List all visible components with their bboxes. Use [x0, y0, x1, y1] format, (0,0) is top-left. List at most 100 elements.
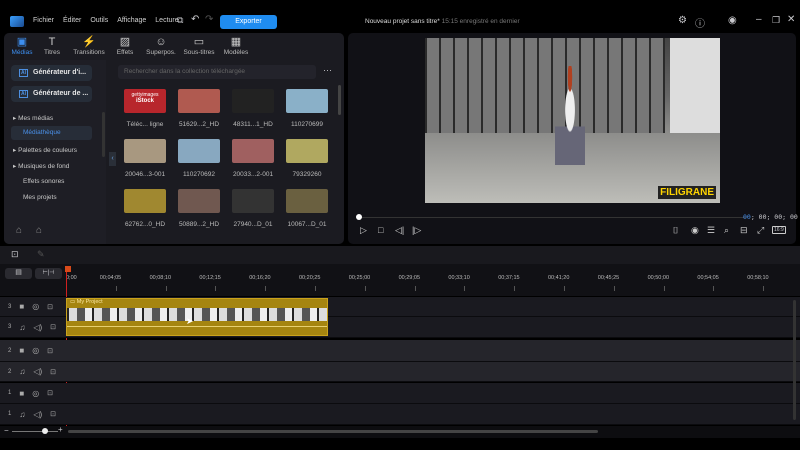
- tab-label: Médias: [11, 49, 33, 56]
- tab-titres[interactable]: T Titres: [32, 36, 72, 56]
- ruler-tick-mark: [613, 286, 615, 291]
- sidebar-item-musiques[interactable]: ▸ Musiques de fond: [13, 162, 69, 170]
- add-track-button[interactable]: ▤: [5, 268, 32, 279]
- lock-icon[interactable]: ⊡: [47, 303, 53, 311]
- more-options-icon[interactable]: ···: [323, 65, 332, 75]
- fit-timeline-button[interactable]: ⊢|⊣: [35, 268, 62, 279]
- export-button[interactable]: Exporter: [220, 15, 277, 29]
- menu-outils[interactable]: Outils: [90, 17, 108, 24]
- watermark: FILIGRANE: [658, 186, 716, 199]
- minimize-icon[interactable]: –: [756, 14, 762, 25]
- zoom-slider-track[interactable]: [12, 431, 58, 432]
- media-thumbnail[interactable]: [286, 139, 328, 163]
- ai-button-label: Générateur de ...: [33, 90, 89, 97]
- account-icon[interactable]: ◉: [728, 15, 737, 26]
- collapse-sidebar-button[interactable]: ‹: [109, 152, 116, 166]
- remove-tag-icon[interactable]: ⌂: [36, 225, 42, 236]
- project-title-bar: Nouveau projet sans titre* 15:15 enregis…: [365, 18, 520, 25]
- sidebar-item-mes-medias[interactable]: ▸ Mes médias: [13, 114, 53, 122]
- speaker-icon[interactable]: ◁): [33, 410, 42, 419]
- eye-icon[interactable]: ◎: [32, 346, 39, 355]
- eye-icon[interactable]: ◎: [32, 389, 39, 398]
- restore-icon[interactable]: ❐: [772, 15, 780, 26]
- tab-effets[interactable]: ▨ Effets: [105, 36, 145, 56]
- timeline-hscrollbar[interactable]: [68, 430, 598, 433]
- tab-superpos[interactable]: ☺ Superpos.: [141, 36, 181, 56]
- menu-editer[interactable]: Éditer: [63, 17, 81, 24]
- lock-icon[interactable]: ⊡: [47, 347, 53, 355]
- tab-label: Transitions: [73, 49, 105, 56]
- stop-icon[interactable]: □: [378, 225, 383, 235]
- settings-icon[interactable]: ⚙: [678, 15, 687, 26]
- lock-icon[interactable]: ⊡: [47, 389, 53, 397]
- menu-fichier[interactable]: Fichier: [33, 17, 54, 24]
- sidebar-item-mediatheque[interactable]: Médiathèque: [11, 126, 92, 140]
- layout-icon[interactable]: ⊟: [740, 225, 748, 236]
- eye-icon[interactable]: ◎: [32, 302, 39, 311]
- ai-generator-button[interactable]: AI Générateur de ...: [11, 86, 92, 102]
- ai-image-generator-button[interactable]: AI Générateur d'i...: [11, 65, 92, 81]
- library-scrollbar[interactable]: [338, 85, 341, 115]
- sidebar-item-effets-sonores[interactable]: Effets sonores: [23, 178, 64, 185]
- media-thumbnail[interactable]: [232, 189, 274, 213]
- media-thumbnail[interactable]: [124, 139, 166, 163]
- media-label: 110270692: [182, 171, 216, 178]
- media-thumbnail[interactable]: [232, 139, 274, 163]
- media-label: 48311...1_HD: [233, 121, 273, 128]
- tab-transitions[interactable]: ⚡ Transitions: [69, 36, 109, 56]
- media-thumbnail[interactable]: [124, 189, 166, 213]
- media-thumbnail[interactable]: [178, 139, 220, 163]
- ruler-tick-mark: [364, 286, 366, 291]
- audio-volume-line[interactable]: [67, 326, 327, 327]
- menu-lecture[interactable]: Lecture: [155, 17, 178, 24]
- help-icon[interactable]: ⓘ: [695, 15, 705, 30]
- lock-icon[interactable]: ⊡: [50, 323, 56, 331]
- sidebar-item-palettes[interactable]: ▸ Palettes de couleurs: [13, 146, 77, 154]
- media-thumbnail[interactable]: [178, 89, 220, 113]
- lock-icon[interactable]: ⊡: [50, 368, 56, 376]
- redo-icon[interactable]: ↷: [205, 14, 213, 25]
- tab-label: Modèles: [223, 49, 249, 56]
- record-icon[interactable]: ◉: [691, 225, 699, 236]
- menu-affichage[interactable]: Affichage: [117, 17, 146, 24]
- play-icon[interactable]: ▷: [360, 225, 367, 236]
- prev-frame-icon[interactable]: ◁|: [395, 225, 404, 236]
- timeline-vscrollbar[interactable]: [793, 300, 796, 420]
- undo-icon[interactable]: ↶: [191, 14, 199, 25]
- media-thumbnail[interactable]: [286, 189, 328, 213]
- speaker-icon[interactable]: ◁): [33, 367, 42, 376]
- zoom-preview-icon[interactable]: ⌕: [724, 225, 729, 236]
- zoom-out-icon[interactable]: −: [4, 426, 9, 435]
- media-thumbnail[interactable]: [178, 189, 220, 213]
- media-thumbnail[interactable]: [232, 89, 274, 113]
- media-thumbnail[interactable]: gettyimages iStock: [124, 89, 166, 113]
- aspect-ratio-button[interactable]: 16:9: [772, 226, 786, 234]
- sidebar-scrollbar[interactable]: [102, 112, 105, 157]
- speaker-icon[interactable]: ◁): [33, 323, 42, 332]
- tab-modeles[interactable]: ▦ Modèles: [216, 36, 256, 56]
- playhead-handle[interactable]: [356, 214, 362, 220]
- lock-icon[interactable]: ⊡: [50, 410, 56, 418]
- fullscreen-icon[interactable]: ⧉: [177, 15, 183, 26]
- playback-progress-track[interactable]: [359, 217, 746, 218]
- playhead-marker-icon[interactable]: [65, 266, 71, 272]
- sidebar-item-mes-projets[interactable]: Mes projets: [23, 194, 57, 201]
- library-search-input[interactable]: Rechercher dans la collection téléchargé…: [118, 65, 316, 79]
- media-label: 79329260: [292, 171, 322, 178]
- subtitle-toggle-icon[interactable]: ☰: [707, 225, 715, 236]
- fullscreen-preview-icon[interactable]: ⤢: [757, 225, 764, 236]
- close-icon[interactable]: ✕: [787, 14, 795, 25]
- snapshot-icon[interactable]: ⌷: [673, 225, 678, 236]
- ruler-tick-mark: [215, 286, 217, 291]
- tab-sous-titres[interactable]: ▭ Sous-titres: [179, 36, 219, 56]
- edit-pen-icon[interactable]: ✎: [37, 249, 45, 260]
- templates-icon: ▦: [230, 36, 242, 48]
- split-icon[interactable]: ⊡: [11, 249, 19, 260]
- audio-track: 2 ♫ ◁) ⊡: [0, 362, 800, 382]
- zoom-slider-handle[interactable]: [42, 428, 48, 434]
- project-clip[interactable]: ▭ My Project: [66, 298, 328, 336]
- next-frame-icon[interactable]: |▷: [412, 225, 421, 236]
- media-thumbnail[interactable]: [286, 89, 328, 113]
- zoom-in-icon[interactable]: +: [58, 425, 63, 434]
- add-tag-icon[interactable]: ⌂: [16, 225, 22, 236]
